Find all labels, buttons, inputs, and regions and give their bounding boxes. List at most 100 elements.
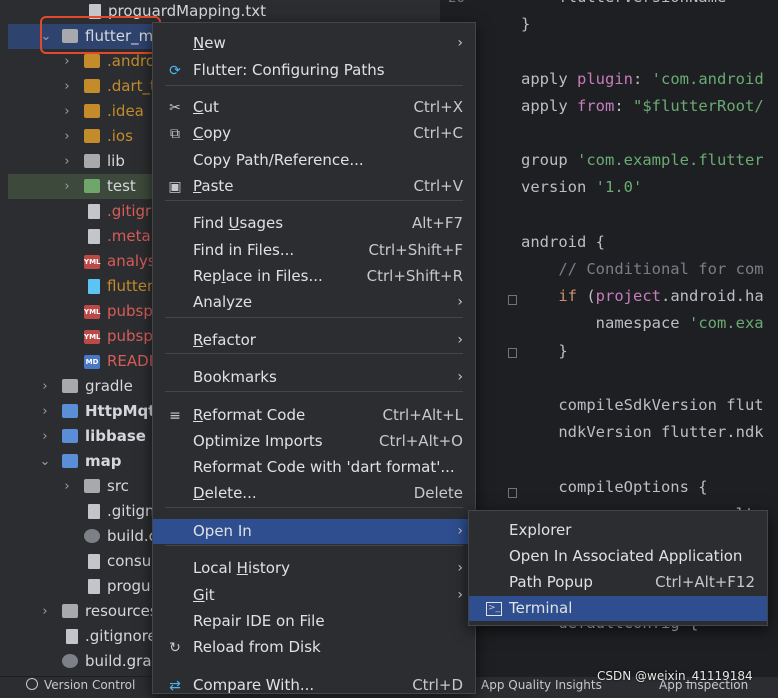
module-folder-icon <box>62 429 78 443</box>
tree-row-label: HttpMqt <box>85 402 156 420</box>
chevron-right-icon[interactable]: › <box>39 399 51 424</box>
menu-item-new[interactable]: New › <box>153 31 475 56</box>
menu-item-open-in[interactable]: Open In › <box>153 519 475 544</box>
chevron-right-icon[interactable]: › <box>39 599 51 624</box>
menu-item-label: Optimize Imports <box>193 432 323 450</box>
menu-item-repair-ide-on-file[interactable]: Repair IDE on File <box>153 609 475 634</box>
code-token: : <box>633 69 652 88</box>
menu-item-cut[interactable]: ✂ Cut Ctrl+X <box>153 95 475 120</box>
flutter-icon: ⟳ <box>169 63 181 79</box>
code-token: } <box>521 15 531 34</box>
menu-item-label: Copy Path/Reference... <box>193 151 364 169</box>
code-token: ( <box>586 287 596 306</box>
code-line: group 'com.example.flutter <box>521 147 764 173</box>
code-line: } <box>521 338 567 364</box>
code-token: apply <box>521 96 577 115</box>
gradle-icon <box>84 529 100 543</box>
menu-item-label: Open In <box>193 522 252 540</box>
menu-item-find-usages[interactable]: Find Usages Alt+F7 <box>153 211 475 236</box>
menu-item-label: Repair IDE on File <box>193 612 325 630</box>
tree-row-label: flutter <box>107 277 154 295</box>
gitignore-file-icon <box>88 504 100 519</box>
submenu-item-label: Explorer <box>509 521 572 539</box>
code-token: android { <box>521 232 605 251</box>
menu-item-git[interactable]: Git › <box>153 583 475 608</box>
module-folder-icon <box>62 404 78 418</box>
menu-item-reformat-code[interactable]: ≡ Reformat Code Ctrl+Alt+L <box>153 403 475 428</box>
menu-item-flutter-configuring-paths[interactable]: ⟳ Flutter: Configuring Paths <box>153 58 475 83</box>
yml-file-icon: YML <box>84 255 101 269</box>
code-token: ndkVersion flutter.ndk <box>521 423 764 442</box>
menu-item-analyze[interactable]: Analyze › <box>153 290 475 315</box>
tree-row-label: gradle <box>85 377 133 395</box>
folder-icon <box>62 379 78 393</box>
menu-separator <box>165 545 463 546</box>
file-icon <box>88 554 100 569</box>
submenu-item-path-popup[interactable]: Path Popup Ctrl+Alt+F12 <box>469 570 767 595</box>
app-quality-insights-tab[interactable]: App Quality Insights <box>481 677 602 693</box>
chevron-down-icon[interactable]: ⌄ <box>39 449 51 474</box>
version-control-tab[interactable]: Version Control <box>44 677 135 693</box>
chevron-right-icon: › <box>457 369 463 385</box>
chevron-right-icon[interactable]: › <box>39 424 51 449</box>
chevron-right-icon[interactable]: › <box>61 149 73 174</box>
code-line: flutterVersionName <box>521 0 726 10</box>
submenu-item-open-in-associated-application[interactable]: Open In Associated Application <box>469 544 767 569</box>
menu-item-paste[interactable]: ▣ Paste Ctrl+V <box>153 174 475 199</box>
menu-item-label: Reformat Code with 'dart format'... <box>193 458 455 476</box>
copy-icon: ⧉ <box>170 126 180 142</box>
tree-row-label: build.c <box>107 527 157 545</box>
terminal-icon: >_ <box>486 602 502 616</box>
menu-item-label: Compare With... <box>193 676 315 694</box>
menu-item-find-in-files[interactable]: Find in Files... Ctrl+Shift+F <box>153 238 475 263</box>
chevron-right-icon[interactable]: › <box>61 174 73 199</box>
menu-separator <box>165 353 463 354</box>
file-icon <box>88 579 100 594</box>
tree-row-label: analys <box>107 252 156 270</box>
code-line: android { <box>521 229 605 255</box>
menu-item-reformat-code-with-dart-format[interactable]: Reformat Code with 'dart format'... <box>153 455 475 480</box>
menu-item-label: Delete... <box>193 484 257 502</box>
menu-item-label: New <box>193 34 226 52</box>
menu-item-delete[interactable]: Delete... Delete <box>153 481 475 506</box>
menu-item-compare-with[interactable]: ⇄ Compare With... Ctrl+D <box>153 673 475 698</box>
menu-item-bookmarks[interactable]: Bookmarks › <box>153 365 475 390</box>
folder-icon <box>84 104 100 118</box>
fold-marker-icon[interactable] <box>508 295 517 305</box>
menu-separator <box>165 317 463 318</box>
code-token: compileOptions { <box>521 477 708 496</box>
submenu-item-explorer[interactable]: Explorer <box>469 518 767 543</box>
menu-separator <box>165 507 463 508</box>
folder-icon <box>84 479 100 493</box>
chevron-right-icon[interactable]: › <box>61 124 73 149</box>
chevron-right-icon[interactable]: › <box>61 99 73 124</box>
watermark: CSDN @weixin_41119184 <box>597 669 753 683</box>
open-in-submenu: Explorer Open In Associated Application Pa… <box>468 510 768 626</box>
menu-item-label: Paste <box>193 177 234 195</box>
reformat-icon: ≡ <box>169 408 181 424</box>
gitignore-file-icon <box>88 204 100 219</box>
submenu-item-label: Terminal <box>509 599 573 617</box>
chevron-right-icon[interactable]: › <box>39 374 51 399</box>
menu-item-shortcut: Delete <box>413 484 463 502</box>
tree-row-label: lib <box>107 152 125 170</box>
chevron-right-icon[interactable]: › <box>61 474 73 499</box>
menu-separator <box>165 200 463 201</box>
folder-icon <box>84 129 100 143</box>
menu-item-local-history[interactable]: Local History › <box>153 556 475 581</box>
tree-row-label: READI <box>107 352 154 370</box>
menu-item-reload-from-disk[interactable]: ↻ Reload from Disk <box>153 635 475 660</box>
menu-item-refactor[interactable]: Refactor › <box>153 328 475 353</box>
menu-item-copy[interactable]: ⧉ Copy Ctrl+C <box>153 121 475 146</box>
submenu-item-terminal[interactable]: >_ Terminal <box>469 596 767 621</box>
fold-marker-icon[interactable] <box>508 348 517 358</box>
fold-marker-icon[interactable] <box>508 488 517 498</box>
context-menu: New › ⟳ Flutter: Configuring Paths ✂ Cut Ctrl+… <box>152 22 476 694</box>
menu-item-optimize-imports[interactable]: Optimize Imports Ctrl+Alt+O <box>153 429 475 454</box>
menu-item-replace-in-files[interactable]: Replace in Files... Ctrl+Shift+R <box>153 264 475 289</box>
menu-item-copy-path-reference[interactable]: Copy Path/Reference... <box>153 148 475 173</box>
tree-row-label: .dart_t <box>107 77 156 95</box>
chevron-right-icon: › <box>457 560 463 576</box>
line-number: 26 <box>448 0 465 6</box>
chevron-right-icon[interactable]: › <box>61 74 73 99</box>
